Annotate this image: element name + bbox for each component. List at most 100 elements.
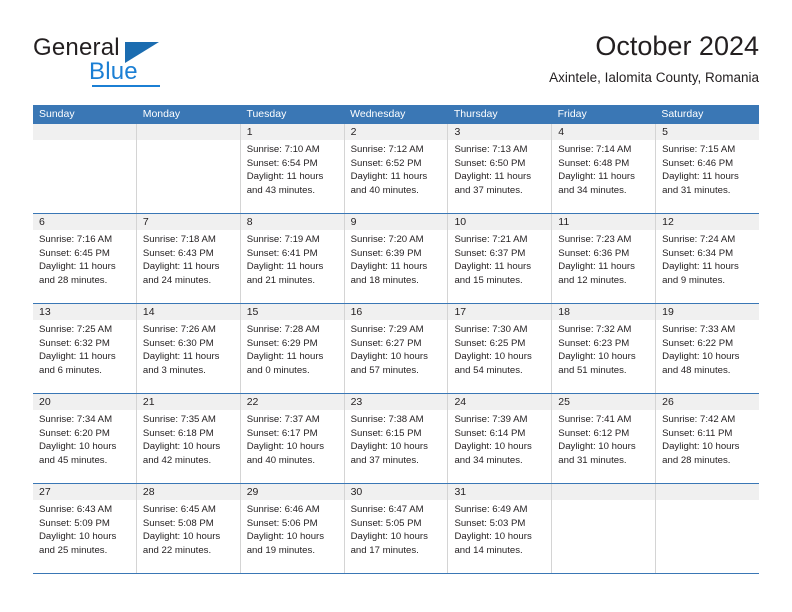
day-number-bar: 31 bbox=[448, 484, 552, 501]
daylight-text-line1: Daylight: 10 hours bbox=[350, 531, 428, 542]
day-cell[interactable]: 21 Sunrise: 7:35 AM Sunset: 6:18 PM Dayl… bbox=[136, 394, 241, 483]
daylight-text-line1: Daylight: 11 hours bbox=[454, 261, 532, 272]
weekday-header-wednesday: Wednesday bbox=[350, 108, 406, 120]
day-cell[interactable]: 11 Sunrise: 7:23 AM Sunset: 6:36 PM Dayl… bbox=[552, 214, 657, 303]
day-cell[interactable]: 16 Sunrise: 7:29 AM Sunset: 6:27 PM Dayl… bbox=[344, 304, 449, 393]
daylight-text-line2: and 40 minutes. bbox=[246, 454, 315, 466]
day-cell[interactable]: 30 Sunrise: 6:47 AM Sunset: 5:05 PM Dayl… bbox=[344, 484, 449, 573]
weekday-header-monday: Monday bbox=[142, 108, 181, 120]
daylight-text-line2: and 45 minutes. bbox=[39, 454, 108, 466]
day-cell[interactable] bbox=[33, 124, 137, 213]
day-cell[interactable]: 24 Sunrise: 7:39 AM Sunset: 6:14 PM Dayl… bbox=[448, 394, 553, 483]
day-cell[interactable]: 3 Sunrise: 7:13 AM Sunset: 6:50 PM Dayli… bbox=[448, 124, 553, 213]
day-cell[interactable]: 12 Sunrise: 7:24 AM Sunset: 6:34 PM Dayl… bbox=[656, 214, 760, 303]
sunrise-text: Sunrise: 7:16 AM bbox=[39, 234, 113, 245]
general-blue-logo[interactable]: General Blue bbox=[33, 34, 233, 92]
day-cell[interactable]: 14 Sunrise: 7:26 AM Sunset: 6:30 PM Dayl… bbox=[136, 304, 241, 393]
day-details: Sunrise: 7:29 AM Sunset: 6:27 PM Dayligh… bbox=[345, 321, 448, 377]
daylight-text-line2: and 22 minutes. bbox=[142, 544, 212, 556]
day-details: Sunrise: 7:18 AM Sunset: 6:43 PM Dayligh… bbox=[137, 231, 240, 287]
day-number: 2 bbox=[350, 126, 357, 138]
day-number-bar: 23 bbox=[344, 394, 448, 411]
day-details: Sunrise: 7:12 AM Sunset: 6:52 PM Dayligh… bbox=[345, 141, 448, 197]
day-number-bar: 6 bbox=[33, 214, 136, 231]
day-cell[interactable]: 6 Sunrise: 7:16 AM Sunset: 6:45 PM Dayli… bbox=[33, 214, 137, 303]
calendar-week-row: 6 Sunrise: 7:16 AM Sunset: 6:45 PM Dayli… bbox=[33, 214, 760, 304]
day-number: 4 bbox=[558, 126, 565, 138]
day-number-bar bbox=[552, 484, 656, 501]
day-details: Sunrise: 7:37 AM Sunset: 6:17 PM Dayligh… bbox=[241, 411, 344, 467]
day-cell[interactable]: 27 Sunrise: 6:43 AM Sunset: 5:09 PM Dayl… bbox=[33, 484, 137, 573]
daylight-text-line2: and 37 minutes. bbox=[454, 184, 523, 196]
day-cell[interactable]: 7 Sunrise: 7:18 AM Sunset: 6:43 PM Dayli… bbox=[136, 214, 241, 303]
daylight-text-line2: and 25 minutes. bbox=[39, 544, 108, 556]
day-number-bar: 22 bbox=[240, 394, 344, 411]
day-cell[interactable]: 31 Sunrise: 6:49 AM Sunset: 5:03 PM Dayl… bbox=[448, 484, 553, 573]
day-number: 20 bbox=[39, 396, 51, 408]
day-number-bar bbox=[33, 124, 136, 141]
day-cell[interactable]: 28 Sunrise: 6:45 AM Sunset: 5:08 PM Dayl… bbox=[136, 484, 241, 573]
sunset-text: Sunset: 6:18 PM bbox=[142, 427, 214, 439]
day-details: Sunrise: 7:10 AM Sunset: 6:54 PM Dayligh… bbox=[241, 141, 344, 197]
day-details: Sunrise: 7:14 AM Sunset: 6:48 PM Dayligh… bbox=[552, 141, 655, 197]
day-cell[interactable]: 17 Sunrise: 7:30 AM Sunset: 6:25 PM Dayl… bbox=[448, 304, 553, 393]
sunrise-text: Sunrise: 7:12 AM bbox=[350, 144, 424, 155]
day-cell[interactable]: 13 Sunrise: 7:25 AM Sunset: 6:32 PM Dayl… bbox=[33, 304, 137, 393]
sunset-text: Sunset: 6:23 PM bbox=[558, 337, 630, 349]
sunrise-text: Sunrise: 7:19 AM bbox=[246, 234, 320, 245]
daylight-text-line1: Daylight: 11 hours bbox=[662, 171, 739, 182]
daylight-text-line1: Daylight: 10 hours bbox=[454, 441, 532, 452]
day-cell[interactable]: 10 Sunrise: 7:21 AM Sunset: 6:37 PM Dayl… bbox=[448, 214, 553, 303]
day-cell[interactable] bbox=[552, 484, 657, 573]
calendar-week-row: 13 Sunrise: 7:25 AM Sunset: 6:32 PM Dayl… bbox=[33, 304, 760, 394]
day-details: Sunrise: 7:33 AM Sunset: 6:22 PM Dayligh… bbox=[656, 321, 759, 377]
sunset-text: Sunset: 6:27 PM bbox=[350, 337, 422, 349]
day-number-bar: 26 bbox=[656, 394, 760, 411]
day-cell[interactable]: 15 Sunrise: 7:28 AM Sunset: 6:29 PM Dayl… bbox=[240, 304, 345, 393]
sunset-text: Sunset: 6:39 PM bbox=[350, 247, 422, 259]
daylight-text-line1: Daylight: 11 hours bbox=[39, 261, 116, 272]
sunset-text: Sunset: 6:25 PM bbox=[454, 337, 526, 349]
day-cell[interactable]: 4 Sunrise: 7:14 AM Sunset: 6:48 PM Dayli… bbox=[552, 124, 657, 213]
day-number: 28 bbox=[142, 486, 155, 498]
day-cell[interactable]: 18 Sunrise: 7:32 AM Sunset: 6:23 PM Dayl… bbox=[552, 304, 657, 393]
day-cell[interactable]: 26 Sunrise: 7:42 AM Sunset: 6:11 PM Dayl… bbox=[656, 394, 760, 483]
day-number: 13 bbox=[39, 306, 51, 318]
day-cell[interactable]: 29 Sunrise: 6:46 AM Sunset: 5:06 PM Dayl… bbox=[240, 484, 345, 573]
day-cell[interactable]: 1 Sunrise: 7:10 AM Sunset: 6:54 PM Dayli… bbox=[240, 124, 345, 213]
sunset-text: Sunset: 5:05 PM bbox=[350, 517, 422, 529]
day-cell[interactable]: 23 Sunrise: 7:38 AM Sunset: 6:15 PM Dayl… bbox=[344, 394, 449, 483]
daylight-text-line1: Daylight: 10 hours bbox=[142, 441, 221, 452]
day-cell[interactable] bbox=[136, 124, 241, 213]
day-cell[interactable] bbox=[656, 484, 760, 573]
sunrise-text: Sunrise: 7:23 AM bbox=[558, 234, 632, 245]
daylight-text-line2: and 19 minutes. bbox=[246, 544, 315, 556]
day-number: 3 bbox=[454, 126, 461, 138]
day-number-bar: 20 bbox=[33, 394, 136, 411]
sunrise-text: Sunrise: 7:10 AM bbox=[246, 144, 320, 155]
day-cell[interactable]: 19 Sunrise: 7:33 AM Sunset: 6:22 PM Dayl… bbox=[656, 304, 760, 393]
sunset-text: Sunset: 6:43 PM bbox=[142, 247, 214, 259]
daylight-text-line2: and 43 minutes. bbox=[246, 184, 315, 196]
day-cell[interactable]: 5 Sunrise: 7:15 AM Sunset: 6:46 PM Dayli… bbox=[656, 124, 760, 213]
day-cell[interactable]: 2 Sunrise: 7:12 AM Sunset: 6:52 PM Dayli… bbox=[344, 124, 449, 213]
day-cell[interactable]: 9 Sunrise: 7:20 AM Sunset: 6:39 PM Dayli… bbox=[344, 214, 449, 303]
day-cell[interactable]: 20 Sunrise: 7:34 AM Sunset: 6:20 PM Dayl… bbox=[33, 394, 137, 483]
day-cell[interactable]: 22 Sunrise: 7:37 AM Sunset: 6:17 PM Dayl… bbox=[240, 394, 345, 483]
day-number-bar: 1 bbox=[240, 124, 344, 141]
calendar-grid: Sunday Monday Tuesday Wednesday Thursday… bbox=[33, 105, 760, 574]
day-number: 12 bbox=[662, 216, 674, 228]
day-cell[interactable]: 8 Sunrise: 7:19 AM Sunset: 6:41 PM Dayli… bbox=[240, 214, 345, 303]
day-number: 11 bbox=[558, 216, 570, 228]
daylight-text-line1: Daylight: 11 hours bbox=[558, 261, 635, 272]
sunrise-text: Sunrise: 6:45 AM bbox=[142, 504, 216, 515]
day-number: 1 bbox=[246, 126, 253, 138]
sunrise-text: Sunrise: 7:38 AM bbox=[350, 414, 424, 425]
masthead: General Blue October 2024 Axintele, Ialo… bbox=[33, 30, 759, 100]
sunset-text: Sunset: 5:03 PM bbox=[454, 517, 526, 529]
day-number: 27 bbox=[39, 486, 51, 498]
daylight-text-line1: Daylight: 10 hours bbox=[39, 441, 117, 452]
day-cell[interactable]: 25 Sunrise: 7:41 AM Sunset: 6:12 PM Dayl… bbox=[552, 394, 657, 483]
day-number-bar: 30 bbox=[344, 484, 448, 501]
daylight-text-line2: and 3 minutes. bbox=[142, 364, 206, 376]
